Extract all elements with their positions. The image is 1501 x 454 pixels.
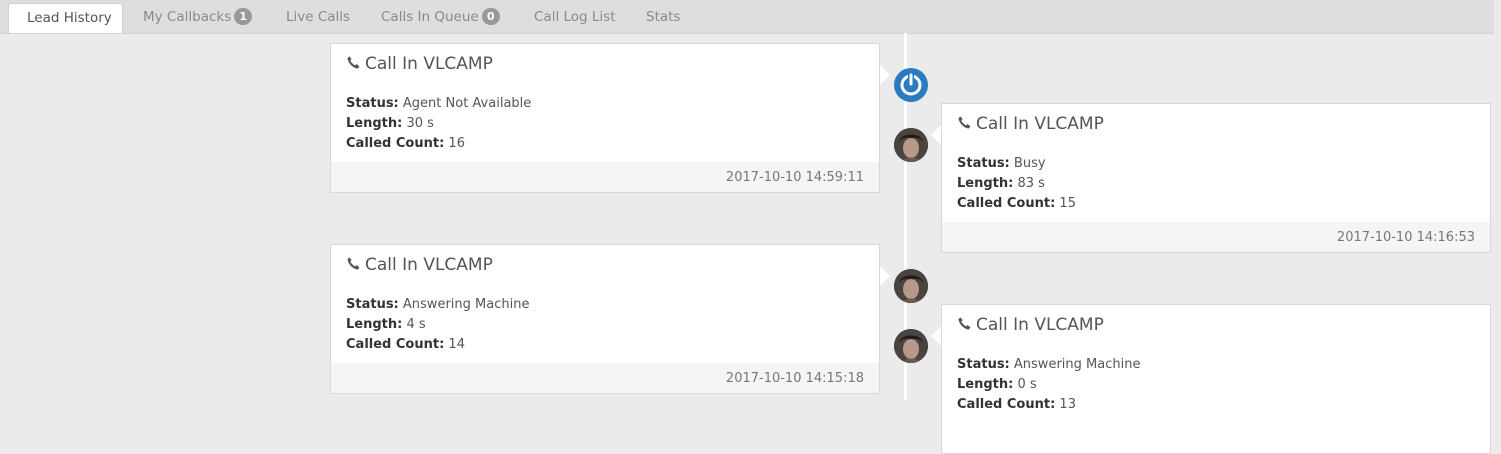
- tab-label: Stats: [646, 9, 681, 25]
- status-value: Answering Machine: [402, 297, 530, 312]
- length-label: Length:: [957, 377, 1014, 392]
- called-count-value: 16: [448, 136, 465, 151]
- entry-title-text: Call In VLCAMP: [365, 255, 493, 275]
- called-count-value: 13: [1059, 397, 1076, 412]
- timeline-entry: Call In VLCAMP Status: Agent Not Availab…: [330, 43, 880, 193]
- status-label: Status:: [346, 297, 399, 312]
- called-count-value: 14: [448, 337, 465, 352]
- power-icon: [894, 68, 928, 102]
- entry-details: Status: Agent Not Available Length: 30 s…: [346, 94, 531, 154]
- tab-live-calls[interactable]: Live Calls: [286, 3, 350, 33]
- entry-title-text: Call In VLCAMP: [976, 315, 1104, 335]
- status-value: Answering Machine: [1013, 357, 1141, 372]
- avatar: [894, 269, 928, 303]
- phone-icon: [347, 56, 360, 69]
- tab-my-callbacks[interactable]: My Callbacks 1: [143, 3, 253, 33]
- timeline-entry: Call In VLCAMP Status: Answering Machine…: [330, 244, 880, 394]
- length-label: Length:: [346, 317, 403, 332]
- queue-count-badge: 0: [481, 8, 500, 25]
- entry-title: Call In VLCAMP: [957, 114, 1104, 134]
- entry-timestamp: 2017-10-10 14:15:18: [331, 363, 879, 393]
- phone-icon: [958, 317, 971, 330]
- entry-title: Call In VLCAMP: [957, 315, 1104, 335]
- entry-pointer: [931, 326, 941, 346]
- entry-timestamp: 2017-10-10 14:59:11: [331, 162, 879, 192]
- called-count-value: 15: [1059, 196, 1076, 211]
- phone-icon: [347, 257, 360, 270]
- callbacks-count-badge: 1: [234, 8, 253, 25]
- timeline-entry: Call In VLCAMP Status: Answering Machine…: [941, 304, 1491, 454]
- called-count-label: Called Count:: [346, 136, 445, 151]
- entry-details: Status: Answering Machine Length: 0 s Ca…: [957, 355, 1140, 415]
- tab-label: Live Calls: [286, 9, 351, 25]
- length-value: 0 s: [1017, 377, 1037, 392]
- status-value: Agent Not Available: [402, 96, 532, 111]
- tab-lead-history[interactable]: Lead History: [8, 3, 123, 33]
- length-label: Length:: [957, 176, 1014, 191]
- avatar: [894, 329, 928, 363]
- entry-pointer: [880, 266, 890, 286]
- entry-title: Call In VLCAMP: [346, 54, 493, 74]
- tab-stats[interactable]: Stats: [646, 3, 680, 33]
- called-count-label: Called Count:: [957, 196, 1056, 211]
- tab-calls-in-queue[interactable]: Calls In Queue 0: [381, 3, 500, 33]
- length-label: Length:: [346, 116, 403, 131]
- tab-bar: Lead History My Callbacks 1 Live Calls Ca…: [0, 0, 1494, 34]
- phone-icon: [958, 116, 971, 129]
- entry-title: Call In VLCAMP: [346, 255, 493, 275]
- status-label: Status:: [957, 156, 1010, 171]
- entry-pointer: [880, 65, 890, 85]
- tab-call-log-list[interactable]: Call Log List: [534, 3, 616, 33]
- avatar: [894, 128, 928, 162]
- length-value: 30 s: [406, 116, 434, 131]
- entry-details: Status: Answering Machine Length: 4 s Ca…: [346, 295, 529, 355]
- timeline-entry: Call In VLCAMP Status: Busy Length: 83 s…: [941, 103, 1491, 253]
- called-count-label: Called Count:: [957, 397, 1056, 412]
- tab-label: Call Log List: [534, 9, 616, 25]
- length-value: 83 s: [1017, 176, 1045, 191]
- entry-details: Status: Busy Length: 83 s Called Count: …: [957, 154, 1076, 214]
- status-value: Busy: [1013, 156, 1046, 171]
- tab-label: Lead History: [27, 10, 112, 26]
- entry-pointer: [931, 125, 941, 145]
- tab-label: My Callbacks: [143, 9, 232, 25]
- called-count-label: Called Count:: [346, 337, 445, 352]
- status-label: Status:: [957, 357, 1010, 372]
- status-label: Status:: [346, 96, 399, 111]
- entry-timestamp: 2017-10-10 14:16:53: [942, 222, 1490, 252]
- length-value: 4 s: [406, 317, 426, 332]
- tab-label: Calls In Queue: [381, 9, 479, 25]
- entry-title-text: Call In VLCAMP: [365, 54, 493, 74]
- entry-title-text: Call In VLCAMP: [976, 114, 1104, 134]
